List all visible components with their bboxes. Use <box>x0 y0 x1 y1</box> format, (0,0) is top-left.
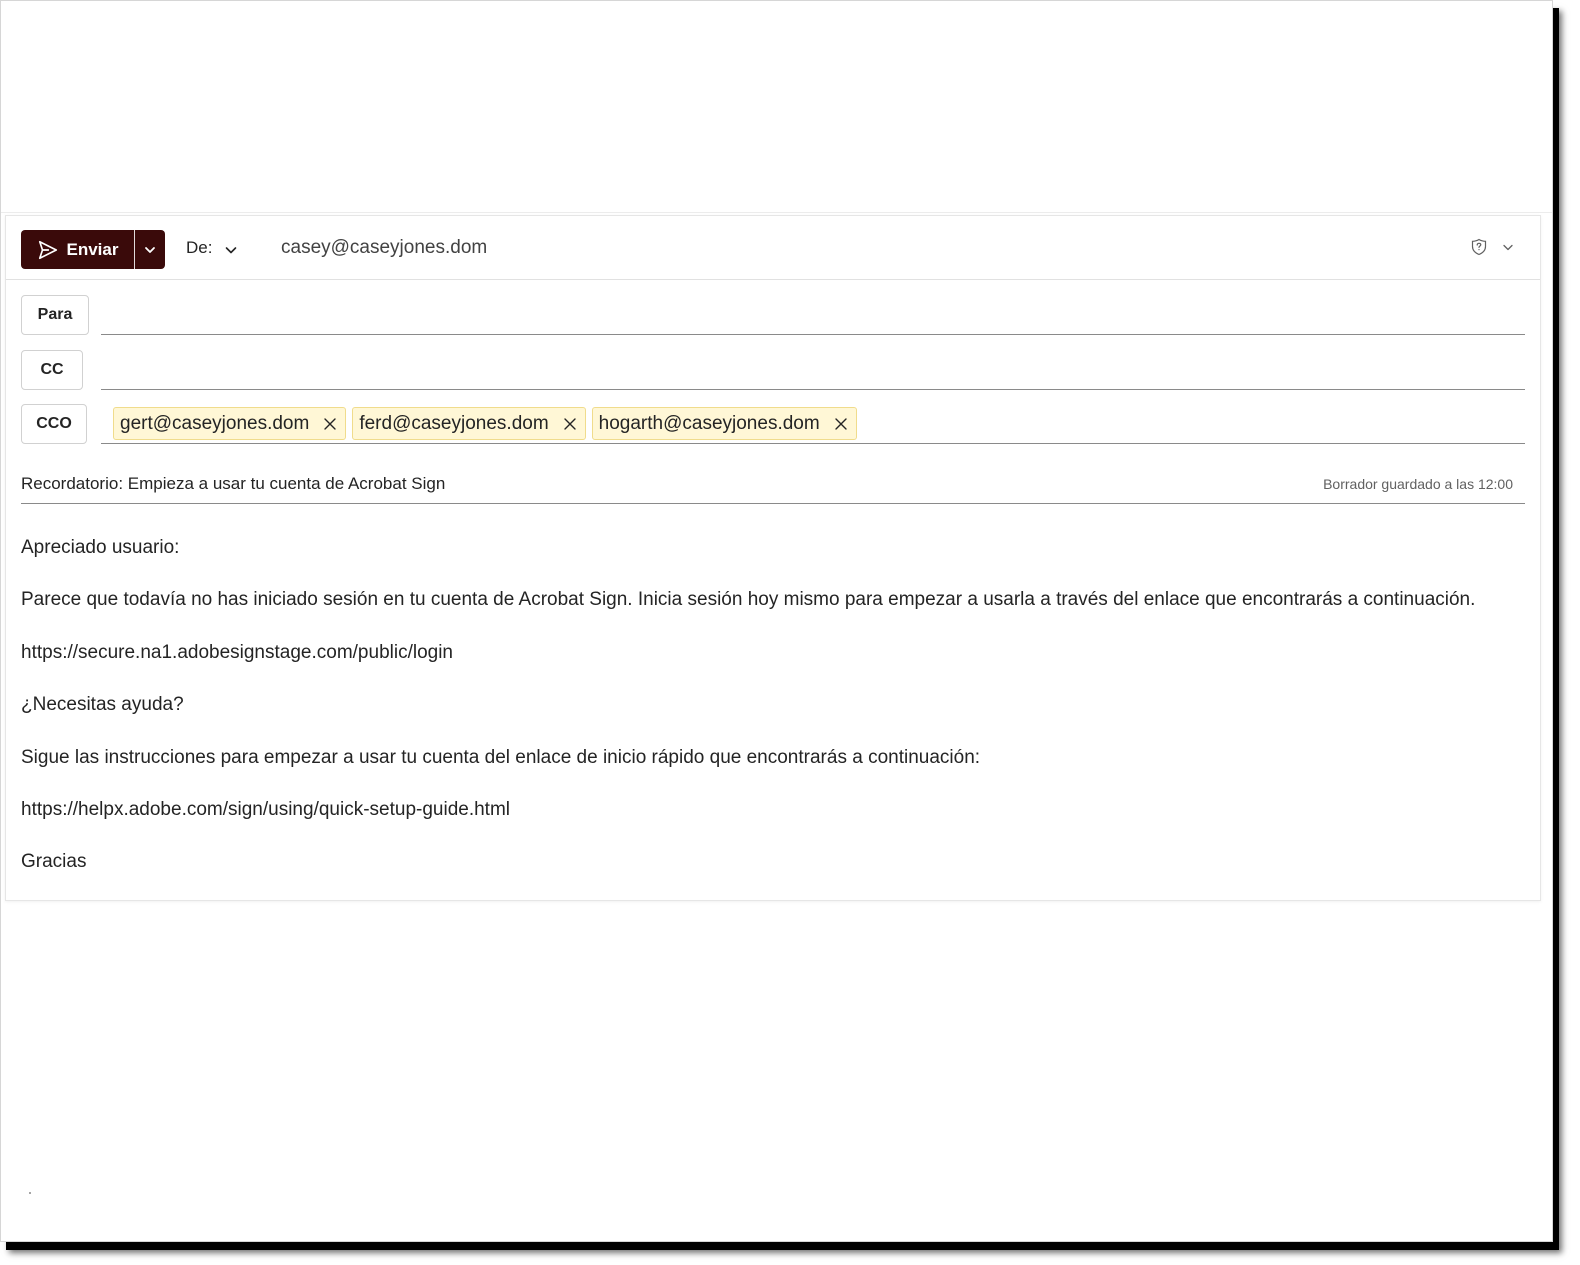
cc-field[interactable] <box>101 350 1525 390</box>
remove-recipient-icon[interactable] <box>323 417 337 431</box>
cc-row: CC <box>21 350 1525 390</box>
compose-toolbar: Enviar De: casey@caseyjones.dom <box>6 216 1540 280</box>
screenshot-frame: Enviar De: casey@caseyjones.dom Para CC … <box>0 0 1553 1242</box>
chevron-down-icon <box>144 244 156 256</box>
recipient-chip-address: hogarth@caseyjones.dom <box>598 412 820 434</box>
body-paragraph: Parece que todavía no has iniciado sesió… <box>21 589 1476 611</box>
body-guide-link: https://helpx.adobe.com/sign/using/quick… <box>21 798 510 820</box>
body-greeting: Apreciado usuario: <box>21 537 180 558</box>
send-divider <box>134 230 135 269</box>
from-address: casey@caseyjones.dom <box>281 237 488 258</box>
recipient-chip[interactable]: gert@caseyjones.dom <box>113 407 347 440</box>
bcc-field[interactable]: gert@caseyjones.dom ferd@caseyjones.dom … <box>101 404 1525 444</box>
remove-recipient-icon[interactable] <box>563 417 577 431</box>
recipient-chip[interactable]: hogarth@caseyjones.dom <box>591 407 857 440</box>
bcc-button[interactable]: CCO <box>21 404 87 444</box>
recipient-chip-address: gert@caseyjones.dom <box>120 412 310 434</box>
from-selector[interactable]: De: <box>186 238 238 258</box>
send-label: Enviar <box>66 239 119 259</box>
toolbar-right-actions <box>1470 238 1514 256</box>
send-options-button[interactable] <box>135 230 165 269</box>
remove-recipient-icon[interactable] <box>834 417 848 431</box>
send-button-group: Enviar <box>21 230 165 269</box>
subject-field[interactable]: Recordatorio: Empieza a usar tu cuenta d… <box>21 464 1525 504</box>
draft-saved-status: Borrador guardado a las 12:00 <box>1323 476 1513 492</box>
chevron-down-icon <box>224 240 238 257</box>
body-paragraph: Sigue las instrucciones para empezar a u… <box>21 746 981 768</box>
to-field[interactable] <box>101 295 1525 335</box>
compose-pane: Enviar De: casey@caseyjones.dom Para CC … <box>5 215 1541 901</box>
blank-header-area <box>1 1 1552 213</box>
to-button[interactable]: Para <box>21 295 89 335</box>
body-login-link: https://secure.na1.adobesignstage.com/pu… <box>21 641 453 663</box>
chevron-down-icon[interactable] <box>1502 241 1514 253</box>
to-row: Para <box>21 295 1525 335</box>
shield-question-icon[interactable] <box>1470 238 1488 256</box>
subject-text: Recordatorio: Empieza a usar tu cuenta d… <box>21 474 446 493</box>
stray-mark <box>29 1192 31 1194</box>
from-label: De: <box>186 238 213 257</box>
message-body[interactable]: Apreciado usuario: Parece que todavía no… <box>21 534 1531 901</box>
body-paragraph: ¿Necesitas ayuda? <box>21 694 184 716</box>
cc-button[interactable]: CC <box>21 350 83 390</box>
bcc-row: CCO gert@caseyjones.dom ferd@caseyjones.… <box>21 404 1525 444</box>
body-signoff: Gracias <box>21 851 87 873</box>
paper-plane-icon <box>37 239 59 261</box>
send-button[interactable]: Enviar <box>21 230 134 269</box>
recipient-chip[interactable]: ferd@caseyjones.dom <box>352 407 586 440</box>
recipient-chip-address: ferd@caseyjones.dom <box>359 412 549 434</box>
